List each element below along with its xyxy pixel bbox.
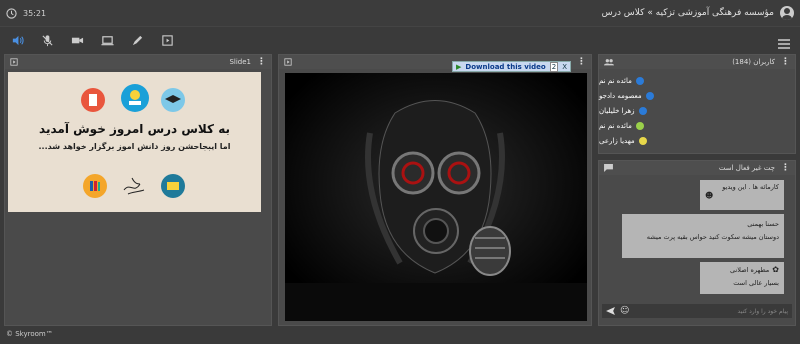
clock-icon [6, 7, 17, 19]
speaker-icon[interactable] [10, 34, 24, 48]
close-icon[interactable]: X [562, 63, 567, 71]
menu-icon[interactable] [778, 34, 790, 53]
user-list: مائده نم نم معصومه دادجو زهرا خلیلیان ما… [599, 69, 795, 148]
users-panel: کاربران (184) ⋮ مائده نم نم معصومه دادجو… [598, 54, 796, 154]
chat-author: حسنا بهمنی [747, 220, 779, 228]
screen-share-icon[interactable] [100, 34, 114, 48]
idea-book-icon [121, 84, 149, 112]
chat-panel-title: چت غیر فعال است [718, 164, 775, 172]
avatar[interactable] [780, 6, 794, 20]
user-name: مائده نم نم [599, 76, 632, 85]
user-item[interactable]: مهدیا زارعی [599, 133, 795, 148]
chat-panel-header: چت غیر فعال است ⋮ [599, 161, 795, 175]
user-icon [645, 91, 654, 100]
send-icon[interactable] [606, 307, 615, 315]
user-icon [635, 121, 644, 130]
emoji-picker-icon[interactable]: ☺ [620, 306, 629, 316]
slide-heading: به کلاس درس امروز خوش آمدید [39, 122, 230, 136]
users-panel-title: کاربران (184) [732, 58, 775, 66]
user-icon [638, 136, 647, 145]
user-name: معصومه دادجو [599, 91, 642, 100]
header-right: مؤسسه فرهنگی آموزشی تزکیه » کلاس درس [602, 6, 794, 20]
user-name: زهرا خلیلیان [599, 106, 635, 115]
gas-mask-video-frame [285, 73, 587, 321]
emoji-icon: ☻ [705, 191, 714, 200]
user-icon [638, 106, 647, 115]
video-player[interactable] [285, 73, 587, 321]
more-options-icon[interactable]: ⋮ [257, 57, 266, 67]
user-item[interactable]: مائده نم نم [599, 73, 795, 88]
video-panel: ⋮ ▶ Download this video 2 X [278, 54, 592, 326]
calligraphy-logo [120, 170, 150, 200]
pen-icon[interactable] [130, 34, 144, 48]
slide-subheading: اما ایبجاحشن روز دانش اموز برگزار خواهد … [38, 142, 231, 151]
chat-bubble-icon [604, 164, 613, 172]
chat-input-bar: ☺ پیام خود را وارد کنید [602, 304, 792, 318]
breadcrumb[interactable]: مؤسسه فرهنگی آموزشی تزکیه » کلاس درس [602, 8, 774, 18]
document-icon [161, 174, 185, 198]
user-name: مائده نم نم [599, 121, 632, 130]
download-badge: 2 [549, 61, 559, 72]
chat-input[interactable]: پیام خود را وارد کنید [738, 308, 788, 315]
timer-area: 35:21 [6, 7, 47, 19]
slide-title: Slide1 [229, 58, 251, 66]
play-box-icon[interactable] [10, 58, 18, 66]
play-box-icon[interactable] [284, 58, 292, 66]
more-options-icon[interactable]: ⋮ [577, 57, 586, 67]
user-name: مهدیا زارعی [599, 136, 635, 145]
users-panel-header: کاربران (184) ⋮ [599, 55, 795, 69]
chat-author: مطهره اصلانی [729, 265, 770, 274]
play-box-icon[interactable] [160, 34, 174, 48]
download-video-bar[interactable]: ▶ Download this video 2 X [452, 61, 571, 72]
user-item[interactable]: مائده نم نم [599, 118, 795, 133]
mic-off-icon[interactable] [40, 34, 54, 48]
chat-message-text: دوستان میشه سکوت کنید حواس بقیه پرت میشه [646, 233, 779, 241]
chat-message-text: کارمائه ها . این ویدیو [722, 183, 779, 191]
session-timer: 35:21 [23, 8, 47, 18]
footer-copyright: © Skyroom™ [6, 330, 53, 338]
top-bar: 35:21 مؤسسه فرهنگی آموزشی تزکیه » کلاس د… [0, 0, 800, 26]
more-options-icon[interactable]: ⋮ [781, 163, 790, 173]
play-arrow-icon: ▶ [456, 62, 462, 71]
books-icon [83, 174, 107, 198]
graduation-cap-icon [161, 88, 185, 112]
chat-message-text: بسیار عالی است [733, 279, 779, 287]
slide-content: به کلاس درس امروز خوش آمدید اما ایبجاحشن… [8, 72, 261, 212]
slide-panel-header: Slide1 ⋮ [5, 55, 271, 69]
chat-message: حسنا بهمنی دوستان میشه سکوت کنید حواس بق… [622, 214, 784, 258]
chat-message: کارمائه ها . این ویدیو ☻ [700, 180, 784, 210]
flower-avatar-icon: ✿ [772, 265, 779, 274]
download-label[interactable]: Download this video [465, 63, 545, 71]
user-icon [635, 76, 644, 85]
user-item[interactable]: معصومه دادجو [599, 88, 795, 103]
toolbar [0, 26, 800, 54]
book-icon [81, 88, 105, 112]
more-options-icon[interactable]: ⋮ [781, 57, 790, 67]
user-item[interactable]: زهرا خلیلیان [599, 103, 795, 118]
camera-icon[interactable] [70, 34, 84, 48]
chat-message: ✿ مطهره اصلانی بسیار عالی است [700, 262, 784, 294]
users-group-icon [604, 59, 614, 66]
